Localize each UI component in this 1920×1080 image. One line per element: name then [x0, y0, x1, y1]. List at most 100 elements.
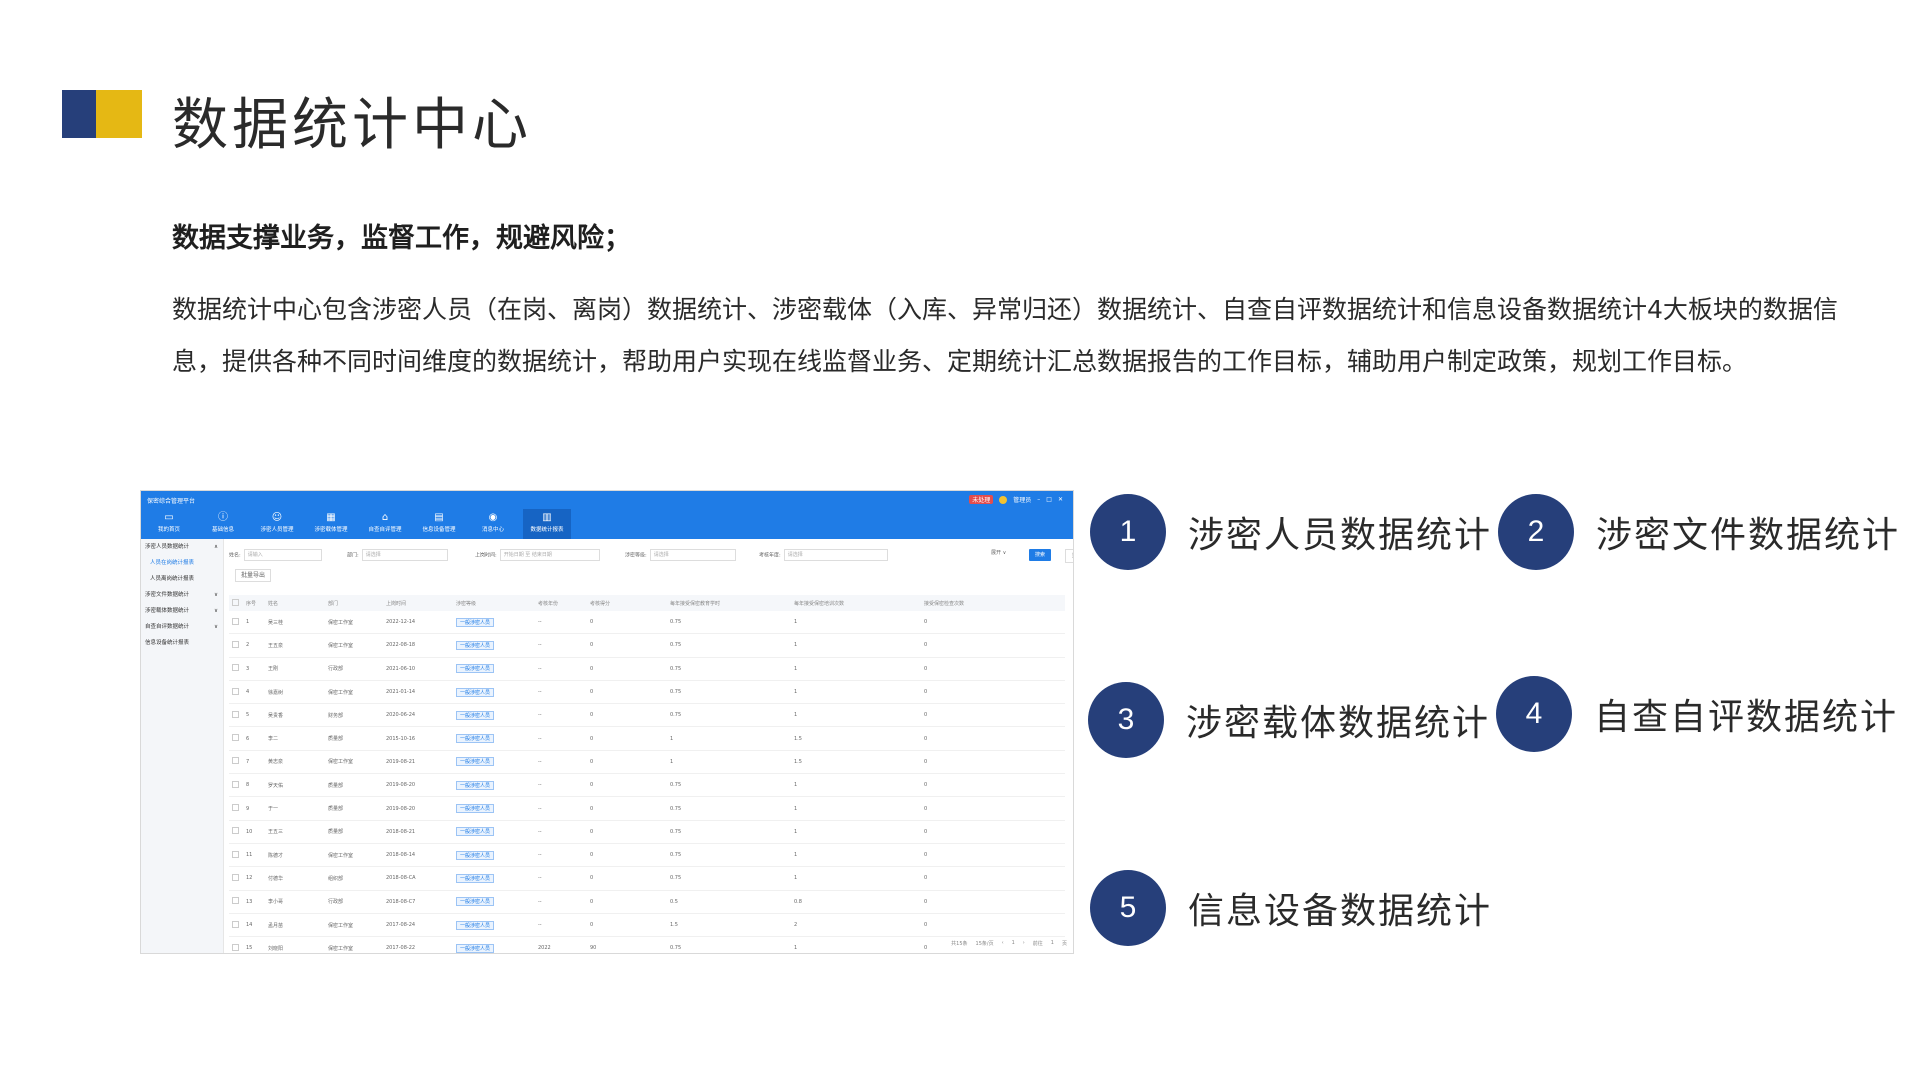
row-checkbox[interactable]	[232, 734, 239, 742]
table-cell: 9	[243, 796, 265, 821]
row-checkbox[interactable]	[232, 827, 239, 835]
nav-item-messages[interactable]: ◉ 消息中心	[469, 509, 517, 539]
nav-item-devices[interactable]: ▤ 信息设备管理	[415, 509, 463, 539]
dept-select[interactable]: 请选择	[361, 549, 448, 561]
table-cell[interactable]	[229, 866, 243, 891]
date-range-input[interactable]: 开始日期 至 结束日期	[499, 549, 600, 561]
row-checkbox[interactable]	[232, 804, 239, 812]
table-row[interactable]: 12 付德华 组织部 2018-08-CA 一般涉密人员 -- 0 0.75 1 0	[229, 866, 1065, 891]
table-cell[interactable]	[229, 843, 243, 868]
sidebar-item-label: 信息设备统计报表	[145, 640, 190, 646]
table-cell: 1	[791, 796, 921, 821]
sidebar-item-document-stats[interactable]: 涉密文件数据统计 ∨	[141, 587, 223, 603]
table-cell[interactable]	[229, 913, 243, 938]
table-cell[interactable]	[229, 890, 243, 914]
nav-item-carriers[interactable]: ▦ 涉密载体管理	[307, 509, 355, 539]
table-cell[interactable]	[229, 680, 243, 705]
row-checkbox[interactable]	[232, 780, 239, 788]
table-cell[interactable]	[229, 726, 243, 751]
nav-label: 涉密人员管理	[260, 527, 294, 533]
batch-export-button[interactable]: 批量导出	[235, 569, 272, 582]
page-size-select[interactable]: 15条/页	[976, 940, 994, 947]
status-badge[interactable]: 未处理	[969, 495, 994, 504]
table-row[interactable]: 7 黄志泉 保密工作室 2019-08-21 一般涉密人员 -- 0 1 1.5 0	[229, 750, 1065, 775]
table-cell[interactable]	[229, 796, 243, 821]
table-row[interactable]: 3 王刚 行政部 2021-06-10 一般涉密人员 -- 0 0.75 1 0	[229, 657, 1065, 681]
row-checkbox[interactable]	[232, 687, 239, 695]
table-header[interactable]: 考核得分	[587, 595, 667, 611]
table-header[interactable]: 上岗时间	[383, 595, 453, 611]
search-button[interactable]: 搜索	[1029, 549, 1052, 561]
nav-item-personnel[interactable]: ☺ 涉密人员管理	[253, 509, 301, 539]
year-select[interactable]: 请选择	[783, 549, 888, 561]
row-checkbox[interactable]	[232, 897, 239, 905]
row-checkbox[interactable]	[232, 617, 239, 625]
table-row[interactable]: 13 李小哥 行政部 2018-08-C7 一般涉密人员 -- 0 0.5 0.8 0	[229, 890, 1065, 914]
table-header[interactable]: 接受保密检查次数	[921, 595, 1065, 611]
name-input[interactable]: 请输入	[243, 549, 322, 561]
sidebar-item-off-duty-report[interactable]: 人员离岗统计报表	[141, 571, 223, 587]
row-checkbox[interactable]	[232, 757, 239, 765]
prev-page-button[interactable]: ‹	[1002, 940, 1004, 947]
table-header[interactable]	[229, 595, 243, 611]
sidebar-item-carrier-stats[interactable]: 涉密载体数据统计 ∨	[141, 603, 223, 619]
reset-button[interactable]: 重置	[1065, 549, 1073, 563]
avatar[interactable]	[999, 495, 1008, 504]
table-cell[interactable]	[229, 773, 243, 798]
nav-item-self-check[interactable]: ⌂ 自查自评管理	[361, 509, 409, 539]
table-row[interactable]: 5 吴贵香 财务部 2020-06-24 一般涉密人员 -- 0 0.75 1 0	[229, 703, 1065, 728]
table-cell[interactable]	[229, 611, 243, 635]
maximize-icon[interactable]: □	[1046, 496, 1052, 503]
title-accent-mark	[62, 90, 142, 138]
table-row[interactable]: 15 刘晓阳 保密工作室 2017-08-22 一般涉密人员 2022 90 0.75 1 0	[229, 936, 1065, 953]
table-header[interactable]: 每年接受保密培训次数	[791, 595, 921, 611]
table-header[interactable]: 每年接受保密教育学时	[667, 595, 791, 611]
select-all-checkbox[interactable]	[232, 598, 239, 606]
sidebar-item-device-report[interactable]: 信息设备统计报表	[141, 635, 223, 651]
table-cell[interactable]	[229, 703, 243, 728]
table-cell[interactable]	[229, 750, 243, 775]
table-cell[interactable]	[229, 936, 243, 953]
feature-number-badge: 3	[1088, 682, 1164, 758]
table-cell[interactable]	[229, 633, 243, 658]
table-cell[interactable]	[229, 657, 243, 681]
table-row[interactable]: 1 吴三桂 保密工作室 2022-12-14 一般涉密人员 -- 0 0.75 1 0	[229, 611, 1065, 635]
current-page[interactable]: 1	[1012, 940, 1015, 947]
goto-page-input[interactable]: 1	[1051, 940, 1054, 947]
nav-item-statistics[interactable]: ▥ 数据统计报表	[523, 509, 571, 539]
row-checkbox[interactable]	[232, 710, 239, 718]
row-checkbox[interactable]	[232, 850, 239, 858]
sidebar-item-personnel-stats[interactable]: 涉密人员数据统计 ∧	[141, 539, 223, 555]
row-checkbox[interactable]	[232, 640, 239, 648]
nav-item-home[interactable]: ▭ 我的首页	[145, 509, 193, 539]
sidebar-item-self-check-stats[interactable]: 自查自评数据统计 ∨	[141, 619, 223, 635]
table-row[interactable]: 14 孟月苗 保密工作室 2017-08-24 一般涉密人员 -- 0 1.5 2 0	[229, 913, 1065, 938]
table-row[interactable]: 11 陈德才 保密工作室 2018-08-14 一般涉密人员 -- 0 0.75 1 0	[229, 843, 1065, 868]
table-row[interactable]: 6 李二 质量部 2015-10-16 一般涉密人员 -- 0 1 1.5 0	[229, 726, 1065, 751]
sidebar-item-on-duty-report[interactable]: 人员在岗统计报表	[141, 555, 223, 571]
row-checkbox[interactable]	[232, 943, 239, 951]
table-cell: 0.75	[667, 866, 791, 891]
table-row[interactable]: 10 王五三 质量部 2018-08-21 一般涉密人员 -- 0 0.75 1 0	[229, 820, 1065, 844]
table-cell: --	[535, 796, 587, 821]
close-icon[interactable]: ✕	[1058, 496, 1063, 503]
row-checkbox[interactable]	[232, 920, 239, 928]
table-cell: 4	[243, 680, 265, 705]
row-checkbox[interactable]	[232, 664, 239, 672]
level-select[interactable]: 请选择	[649, 549, 736, 561]
table-row[interactable]: 9 于一 质量部 2019-08-20 一般涉密人员 -- 0 0.75 1 0	[229, 796, 1065, 821]
table-cell: 行政部	[325, 890, 383, 914]
user-name[interactable]: 管理员	[1013, 495, 1031, 504]
table-row[interactable]: 2 王五泉 保密工作室 2022-08-18 一般涉密人员 -- 0 0.75 1 0	[229, 633, 1065, 658]
table-cell: 0	[921, 866, 1065, 891]
table-cell: 3	[243, 657, 265, 681]
row-checkbox[interactable]	[232, 873, 239, 881]
table-cell: 一般涉密人员	[453, 796, 535, 821]
expand-filters-button[interactable]: 展开 ∨	[991, 549, 1006, 556]
nav-item-basic-info[interactable]: ⓘ 基础信息	[199, 509, 247, 539]
table-cell[interactable]	[229, 820, 243, 844]
next-page-button[interactable]: ›	[1023, 940, 1025, 947]
table-row[interactable]: 4 徐嘉树 保密工作室 2021-01-14 一般涉密人员 -- 0 0.75 1 0	[229, 680, 1065, 705]
table-row[interactable]: 8 罗天佑 质量部 2019-08-20 一般涉密人员 -- 0 0.75 1 0	[229, 773, 1065, 798]
minimize-icon[interactable]: –	[1037, 496, 1040, 503]
